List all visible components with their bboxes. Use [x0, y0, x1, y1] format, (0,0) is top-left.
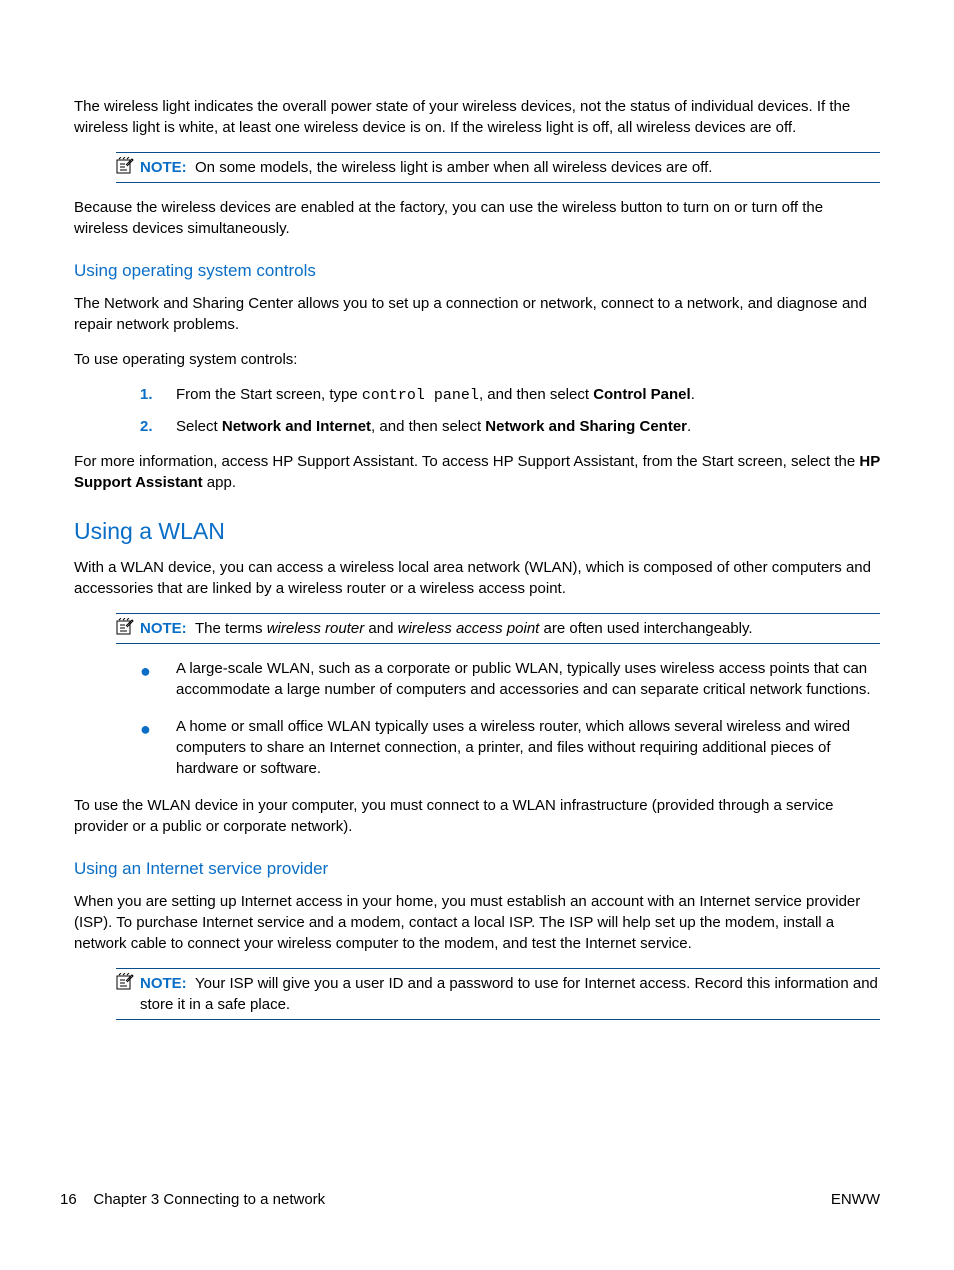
paragraph: For more information, access HP Support … [74, 451, 880, 493]
step-number: 2. [140, 416, 176, 437]
note-text: NOTE: Your ISP will give you a user ID a… [140, 973, 880, 1015]
note-box: NOTE: The terms wireless router and wire… [116, 613, 880, 644]
footer-left: 16 Chapter 3 Connecting to a network [60, 1189, 325, 1210]
paragraph: With a WLAN device, you can access a wir… [74, 557, 880, 599]
paragraph: When you are setting up Internet access … [74, 891, 880, 954]
heading-isp: Using an Internet service provider [74, 857, 880, 881]
bullet-text: A large-scale WLAN, such as a corporate … [176, 658, 880, 700]
paragraph: To use operating system controls: [74, 349, 880, 370]
footer-right: ENWW [831, 1189, 880, 1210]
note-label: NOTE: [140, 159, 187, 176]
list-item: 1. From the Start screen, type control p… [140, 384, 880, 406]
note-box: NOTE: Your ISP will give you a user ID a… [116, 968, 880, 1020]
note-label: NOTE: [140, 620, 187, 637]
list-item: ● A large-scale WLAN, such as a corporat… [140, 658, 880, 700]
heading-wlan: Using a WLAN [74, 515, 880, 547]
note-icon [116, 618, 138, 636]
paragraph: To use the WLAN device in your computer,… [74, 795, 880, 837]
paragraph: The wireless light indicates the overall… [74, 96, 880, 138]
list-item: ● A home or small office WLAN typically … [140, 716, 880, 779]
step-text: From the Start screen, type control pane… [176, 384, 880, 406]
note-box: NOTE: On some models, the wireless light… [116, 152, 880, 183]
note-icon [116, 973, 138, 991]
page-number: 16 [60, 1191, 77, 1208]
paragraph: Because the wireless devices are enabled… [74, 197, 880, 239]
chapter-label: Chapter 3 Connecting to a network [93, 1191, 325, 1208]
page-footer: 16 Chapter 3 Connecting to a network ENW… [60, 1189, 880, 1210]
bullet-text: A home or small office WLAN typically us… [176, 716, 880, 779]
step-text: Select Network and Internet, and then se… [176, 416, 880, 437]
bullet-icon: ● [140, 716, 176, 779]
step-number: 1. [140, 384, 176, 406]
bullet-icon: ● [140, 658, 176, 700]
heading-os-controls: Using operating system controls [74, 259, 880, 283]
bullet-list: ● A large-scale WLAN, such as a corporat… [140, 658, 880, 779]
paragraph: The Network and Sharing Center allows yo… [74, 293, 880, 335]
page-content: The wireless light indicates the overall… [0, 0, 954, 1020]
note-text: NOTE: The terms wireless router and wire… [140, 618, 880, 639]
note-label: NOTE: [140, 975, 187, 992]
note-text: NOTE: On some models, the wireless light… [140, 157, 880, 178]
list-item: 2. Select Network and Internet, and then… [140, 416, 880, 437]
note-icon [116, 157, 138, 175]
ordered-list: 1. From the Start screen, type control p… [140, 384, 880, 437]
